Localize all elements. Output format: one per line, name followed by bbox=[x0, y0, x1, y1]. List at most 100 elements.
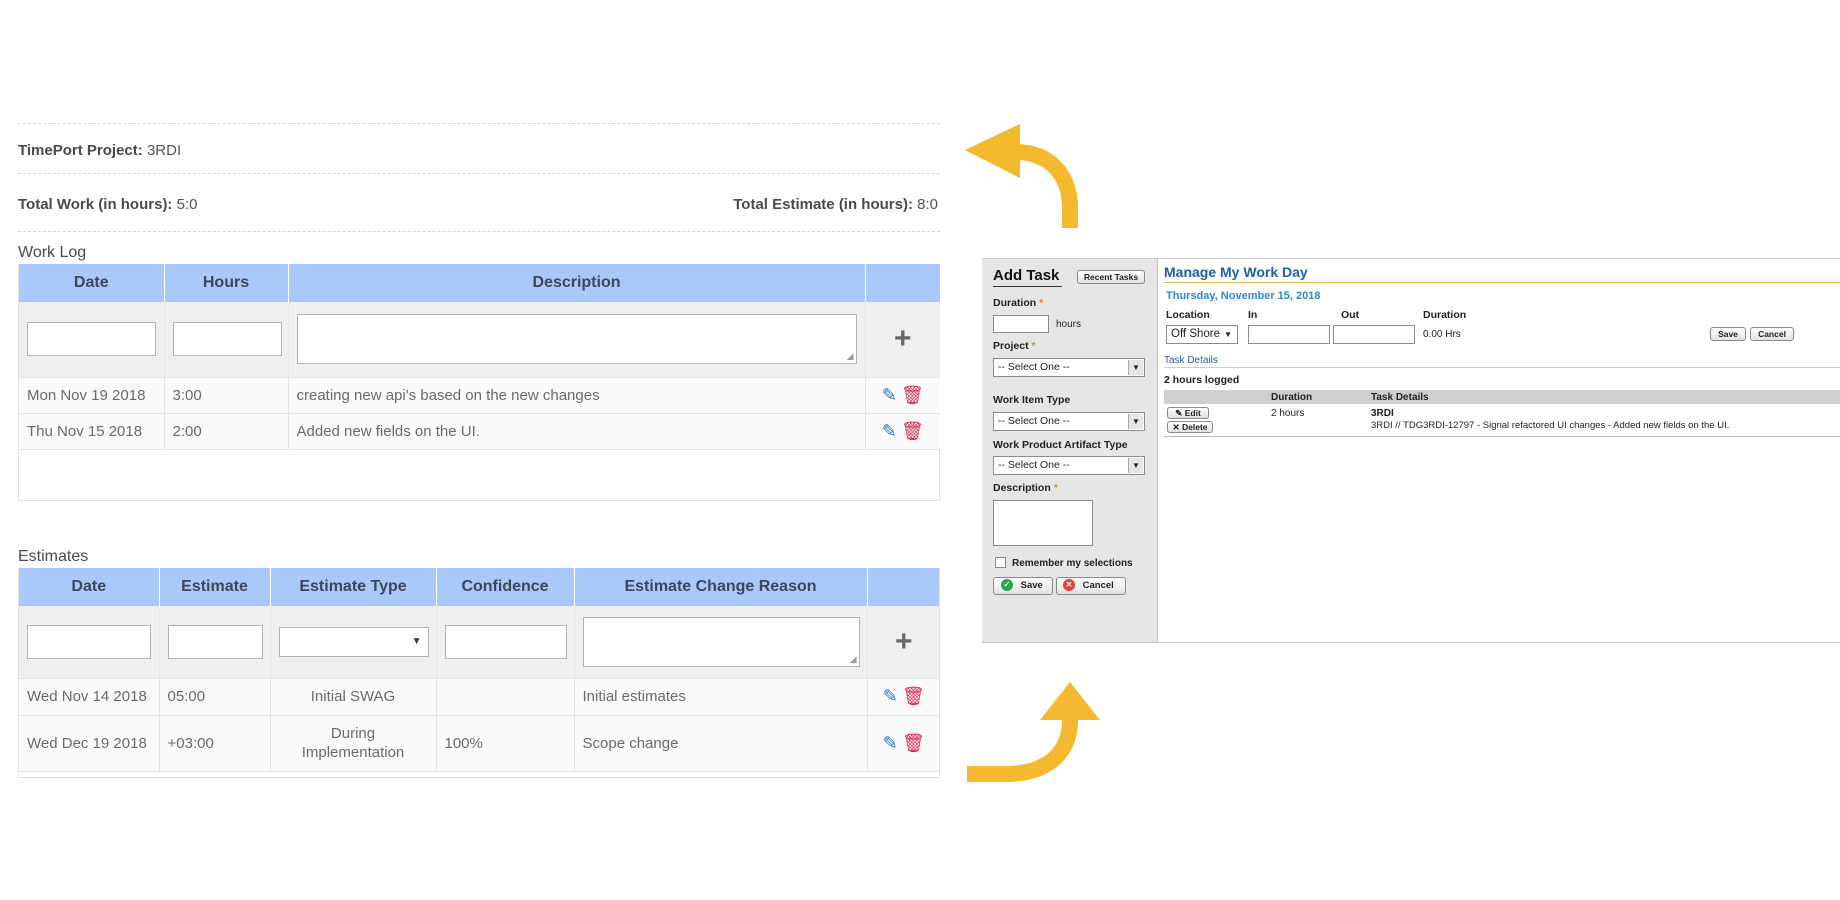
dropdown-arrow-icon: ▼ bbox=[411, 635, 422, 647]
col-estimate: Estimate bbox=[159, 568, 271, 606]
cell-description: creating new api's based on the new chan… bbox=[288, 377, 866, 414]
arrow-up-right-icon bbox=[967, 682, 1100, 782]
col-date: Date bbox=[19, 264, 165, 302]
estimates-title: Estimates bbox=[18, 548, 89, 565]
delete-button[interactable]: ✕ Delete bbox=[1167, 421, 1213, 433]
project-select[interactable]: -- Select One -- ▼ bbox=[993, 358, 1145, 377]
manage-work-day: Manage My Work Day Thursday, November 15… bbox=[1158, 258, 1840, 643]
trash-icon[interactable]: 🗑 bbox=[902, 733, 925, 753]
save-button[interactable]: ✓ Save bbox=[993, 577, 1053, 595]
edit-icon[interactable]: ✎ bbox=[883, 686, 898, 706]
work-item-label: Work Item Type bbox=[993, 394, 1071, 406]
divider bbox=[1164, 282, 1840, 283]
add-estimate-button[interactable]: + bbox=[867, 606, 939, 679]
divider bbox=[1164, 367, 1840, 368]
cell-hours: 3:00 bbox=[164, 377, 289, 414]
description-input[interactable]: ◢ bbox=[296, 314, 857, 365]
location-select[interactable]: Off Shore ▼ bbox=[1166, 325, 1238, 344]
trash-icon[interactable]: 🗑 bbox=[902, 686, 925, 706]
estimate-type-select[interactable]: ▼ bbox=[278, 626, 429, 657]
table-row: Wed Dec 19 2018 +03:00 During Implementa… bbox=[19, 715, 939, 772]
cell-description: Added new fields on the UI. bbox=[288, 413, 866, 450]
trash-icon[interactable]: 🗑 bbox=[901, 385, 924, 405]
divider bbox=[18, 123, 940, 124]
add-task-sidebar: Add Task Recent Tasks Duration * hours P… bbox=[982, 258, 1158, 643]
project-label: TimePort Project: bbox=[18, 142, 143, 159]
worklog-table: Date Hours Description ◢ + Mon Nov 19 20… bbox=[19, 264, 940, 450]
total-work-label: Total Work (in hours): bbox=[18, 196, 173, 213]
col-change-reason: Estimate Change Reason bbox=[574, 568, 868, 606]
in-time-input[interactable] bbox=[1248, 325, 1330, 344]
add-worklog-button[interactable]: + bbox=[865, 302, 940, 378]
duration-input[interactable] bbox=[993, 315, 1049, 333]
hours-unit: hours bbox=[1056, 319, 1082, 330]
cell-confidence bbox=[436, 678, 575, 716]
col-description: Description bbox=[288, 264, 866, 302]
cancel-button[interactable]: Cancel bbox=[1750, 327, 1794, 341]
hours-input[interactable] bbox=[172, 322, 282, 357]
cancel-button[interactable]: ✕ Cancel bbox=[1056, 577, 1126, 595]
arrow-up-left-icon bbox=[965, 124, 1078, 228]
edit-button[interactable]: ✎ Edit bbox=[1167, 407, 1209, 419]
estimates-input-row: ▼ ◢ + bbox=[19, 606, 939, 679]
duration-label: Duration * bbox=[993, 297, 1044, 309]
col-estimate-type: Estimate Type bbox=[270, 568, 437, 606]
location-label: Location bbox=[1166, 309, 1210, 321]
divider bbox=[1164, 436, 1840, 437]
row-project: 3RDI bbox=[1371, 408, 1394, 419]
manage-title: Manage My Work Day bbox=[1164, 264, 1308, 280]
divider bbox=[18, 173, 940, 174]
divider bbox=[982, 642, 1840, 643]
chevron-down-icon: ▼ bbox=[1128, 458, 1143, 473]
divider bbox=[982, 258, 1840, 259]
col-date: Date bbox=[19, 568, 160, 606]
edit-icon[interactable]: ✎ bbox=[883, 733, 898, 753]
task-details-link[interactable]: Task Details bbox=[1164, 355, 1218, 366]
out-label: Out bbox=[1341, 309, 1360, 321]
date-input[interactable] bbox=[27, 322, 156, 357]
cell-confidence: 100% bbox=[436, 715, 575, 772]
edit-icon[interactable]: ✎ bbox=[882, 421, 897, 441]
cell-estimate-type: During Implementation bbox=[270, 715, 437, 772]
worklog-panel: Date Hours Description ◢ + Mon Nov 19 20… bbox=[18, 264, 940, 501]
total-work-value: 5:0 bbox=[176, 196, 198, 213]
chevron-down-icon: ▼ bbox=[1128, 360, 1143, 375]
save-button[interactable]: Save bbox=[1710, 327, 1746, 341]
col-confidence: Confidence bbox=[436, 568, 575, 606]
estimate-input[interactable] bbox=[167, 624, 263, 659]
duration-label: Duration bbox=[1423, 309, 1467, 321]
cell-date: Mon Nov 19 2018 bbox=[19, 377, 165, 414]
date-heading: Thursday, November 15, 2018 bbox=[1166, 290, 1321, 302]
recent-tasks-button[interactable]: Recent Tasks bbox=[1077, 270, 1145, 284]
artifact-select[interactable]: -- Select One -- ▼ bbox=[993, 456, 1145, 475]
cell-hours: 2:00 bbox=[164, 413, 289, 450]
divider bbox=[18, 231, 940, 232]
in-label: In bbox=[1248, 309, 1258, 321]
cell-date: Wed Dec 19 2018 bbox=[19, 715, 160, 772]
trash-icon[interactable]: 🗑 bbox=[901, 421, 924, 441]
work-item-select[interactable]: -- Select One -- ▼ bbox=[993, 412, 1145, 431]
duration-value: 0.00 Hrs bbox=[1423, 329, 1461, 340]
description-textarea[interactable] bbox=[993, 500, 1093, 546]
total-work: Total Work (in hours): 5:0 bbox=[18, 196, 197, 213]
divider bbox=[993, 286, 1062, 287]
cell-estimate: 05:00 bbox=[159, 678, 271, 716]
worklog-input-row: ◢ + bbox=[19, 302, 940, 378]
total-estimate: Total Estimate (in hours): 8:0 bbox=[733, 196, 938, 213]
remember-checkbox[interactable] bbox=[995, 557, 1006, 568]
project-label: Project * bbox=[993, 340, 1036, 352]
out-time-input[interactable] bbox=[1333, 325, 1415, 344]
estimate-date-input[interactable] bbox=[27, 624, 151, 659]
description-label: Description * bbox=[993, 482, 1058, 494]
project-line: TimePort Project: 3RDI bbox=[18, 142, 181, 159]
worklog-title: Work Log bbox=[18, 244, 87, 261]
confidence-input[interactable] bbox=[444, 624, 567, 659]
hours-logged: 2 hours logged bbox=[1164, 374, 1240, 386]
cell-date: Wed Nov 14 2018 bbox=[19, 678, 160, 716]
legacy-timesheet: Add Task Recent Tasks Duration * hours P… bbox=[982, 258, 1840, 643]
edit-icon[interactable]: ✎ bbox=[882, 385, 897, 405]
task-table-header: Duration Task Details bbox=[1164, 390, 1840, 404]
change-reason-input[interactable]: ◢ bbox=[582, 616, 860, 667]
project-value: 3RDI bbox=[146, 142, 182, 159]
cell-change-reason: Initial estimates bbox=[574, 678, 868, 716]
